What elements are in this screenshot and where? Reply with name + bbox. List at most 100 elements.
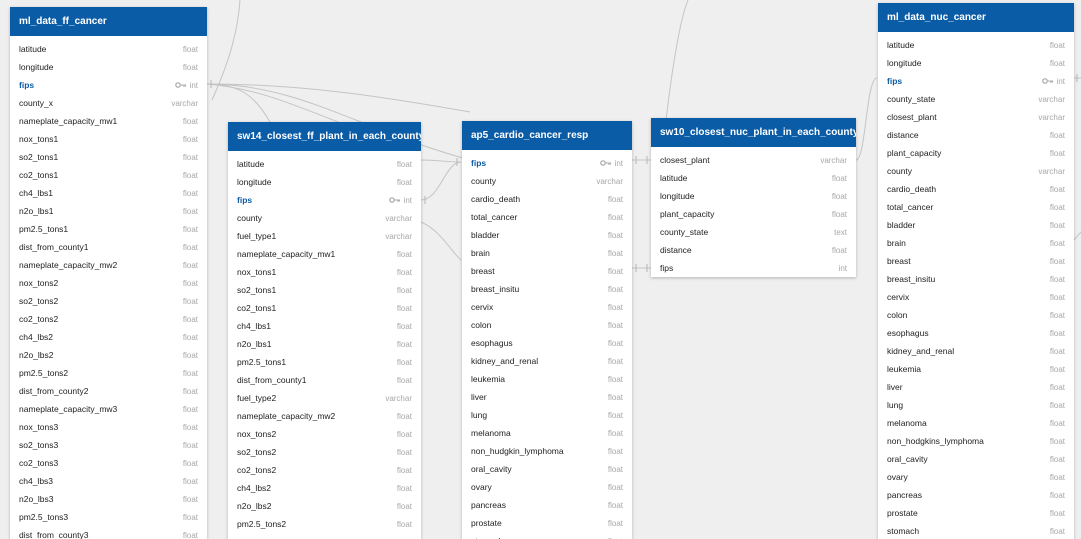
table-column-row[interactable]: so2_tons3 float	[10, 436, 207, 454]
table-column-row[interactable]: dist_from_county3 float	[10, 526, 207, 539]
table-column-row[interactable]: county varchar	[228, 209, 421, 227]
table-sw14-closest-ff-plant[interactable]: sw14_closest_ff_plant_in_each_county lat…	[228, 122, 421, 539]
table-column-row[interactable]: ch4_lbs2 float	[228, 479, 421, 497]
table-column-row[interactable]: closest_plant varchar	[878, 108, 1074, 126]
table-column-row[interactable]: county_state varchar	[878, 90, 1074, 108]
table-header[interactable]: ml_data_ff_cancer	[10, 7, 207, 36]
table-column-row[interactable]: dist_from_county2float	[228, 533, 421, 539]
table-column-row[interactable]: kidney_and_renal float	[878, 342, 1074, 360]
table-column-row[interactable]: fuel_type1 varchar	[228, 227, 421, 245]
table-column-row[interactable]: fips int	[10, 76, 207, 94]
table-column-row[interactable]: breast float	[878, 252, 1074, 270]
table-column-row[interactable]: prostate float	[878, 504, 1074, 522]
table-column-row[interactable]: latitude float	[228, 155, 421, 173]
table-column-row[interactable]: n2o_lbs1 float	[228, 335, 421, 353]
table-column-row[interactable]: so2_tons2 float	[10, 292, 207, 310]
table-column-row[interactable]: latitude float	[651, 169, 856, 187]
table-column-row[interactable]: county_state text	[651, 223, 856, 241]
table-column-row[interactable]: fips int	[462, 154, 632, 172]
table-column-row[interactable]: co2_tons1 float	[10, 166, 207, 184]
table-column-row[interactable]: closest_plant varchar	[651, 151, 856, 169]
table-header[interactable]: ap5_cardio_cancer_resp	[462, 121, 632, 150]
table-column-row[interactable]: dist_from_county2float	[10, 382, 207, 400]
table-column-row[interactable]: lung float	[462, 406, 632, 424]
table-column-row[interactable]: nameplate_capacity_mw3 float	[10, 400, 207, 418]
table-column-row[interactable]: ch4_lbs2 float	[10, 328, 207, 346]
table-column-row[interactable]: oral_cavity float	[878, 450, 1074, 468]
table-column-row[interactable]: oral_cavity float	[462, 460, 632, 478]
table-column-row[interactable]: liver float	[462, 388, 632, 406]
table-column-row[interactable]: co2_tons3 float	[10, 454, 207, 472]
table-column-row[interactable]: so2_tons2 float	[228, 443, 421, 461]
table-column-row[interactable]: breast_insitu float	[462, 280, 632, 298]
diagram-canvas[interactable]: ml_data_ff_cancer latitude float longitude…	[0, 0, 1081, 539]
table-column-row[interactable]: kidney_and_renal float	[462, 352, 632, 370]
table-column-row[interactable]: fips int	[228, 191, 421, 209]
table-column-row[interactable]: brain float	[462, 244, 632, 262]
table-column-row[interactable]: cardio_death float	[462, 190, 632, 208]
table-column-row[interactable]: distance float	[878, 126, 1074, 144]
table-column-row[interactable]: leukemia float	[878, 360, 1074, 378]
table-column-row[interactable]: latitude float	[10, 40, 207, 58]
table-column-row[interactable]: nox_tons3 float	[10, 418, 207, 436]
table-header[interactable]: sw10_closest_nuc_plant_in_each_county	[651, 118, 856, 147]
table-column-row[interactable]: n2o_lbs2 float	[10, 346, 207, 364]
table-column-row[interactable]: dist_from_county1 float	[10, 238, 207, 256]
table-column-row[interactable]: esophagus float	[878, 324, 1074, 342]
table-column-row[interactable]: n2o_lbs2 float	[228, 497, 421, 515]
table-column-row[interactable]: total_cancer float	[462, 208, 632, 226]
table-header[interactable]: sw14_closest_ff_plant_in_each_county	[228, 122, 421, 151]
table-column-row[interactable]: county varchar	[462, 172, 632, 190]
table-column-row[interactable]: nox_tons2 float	[10, 274, 207, 292]
table-column-row[interactable]: nameplate_capacity_mw1 float	[10, 112, 207, 130]
table-column-row[interactable]: pm2.5_tons3 float	[10, 508, 207, 526]
table-column-row[interactable]: fips int	[651, 259, 856, 277]
table-column-row[interactable]: so2_tons1 float	[228, 281, 421, 299]
table-column-row[interactable]: ovary float	[462, 478, 632, 496]
table-column-row[interactable]: ch4_lbs1 float	[10, 184, 207, 202]
table-column-row[interactable]: stomachfloat	[462, 532, 632, 539]
table-column-row[interactable]: lung float	[878, 396, 1074, 414]
table-column-row[interactable]: longitude float	[228, 173, 421, 191]
table-column-row[interactable]: melanoma float	[878, 414, 1074, 432]
table-column-row[interactable]: stomachfloat	[878, 522, 1074, 539]
table-column-row[interactable]: pancreas float	[878, 486, 1074, 504]
table-column-row[interactable]: n2o_lbs3 float	[10, 490, 207, 508]
table-column-row[interactable]: bladder float	[462, 226, 632, 244]
table-column-row[interactable]: fips int	[878, 72, 1074, 90]
table-column-row[interactable]: ovary float	[878, 468, 1074, 486]
table-column-row[interactable]: pm2.5_tons2 float	[228, 515, 421, 533]
table-ap5-cardio-cancer-resp[interactable]: ap5_cardio_cancer_resp fips int county varc…	[462, 121, 632, 539]
table-column-row[interactable]: cervix float	[462, 298, 632, 316]
table-column-row[interactable]: county varchar	[878, 162, 1074, 180]
table-column-row[interactable]: pm2.5_tons1 float	[10, 220, 207, 238]
table-column-row[interactable]: distance float	[651, 241, 856, 259]
table-ml-data-nuc-cancer[interactable]: ml_data_nuc_cancer latitude float longitud…	[878, 3, 1074, 539]
table-column-row[interactable]: leukemia float	[462, 370, 632, 388]
table-column-row[interactable]: plant_capacity float	[651, 205, 856, 223]
table-column-row[interactable]: nameplate_capacity_mw1 float	[228, 245, 421, 263]
table-column-row[interactable]: non_hodgkins_lymphoma float	[878, 432, 1074, 450]
table-column-row[interactable]: nameplate_capacity_mw2 float	[10, 256, 207, 274]
table-column-row[interactable]: brain float	[878, 234, 1074, 252]
table-column-row[interactable]: n2o_lbs1 float	[10, 202, 207, 220]
table-column-row[interactable]: breast_insitu float	[878, 270, 1074, 288]
table-column-row[interactable]: cardio_death float	[878, 180, 1074, 198]
table-column-row[interactable]: cervix float	[878, 288, 1074, 306]
table-column-row[interactable]: pancreas float	[462, 496, 632, 514]
table-column-row[interactable]: esophagus float	[462, 334, 632, 352]
table-ml-data-ff-cancer[interactable]: ml_data_ff_cancer latitude float longitude…	[10, 7, 207, 539]
table-column-row[interactable]: ch4_lbs3 float	[10, 472, 207, 490]
table-column-row[interactable]: co2_tons2 float	[10, 310, 207, 328]
table-column-row[interactable]: melanoma float	[462, 424, 632, 442]
table-column-row[interactable]: fuel_type2 varchar	[228, 389, 421, 407]
table-sw10-closest-nuc-plant[interactable]: sw10_closest_nuc_plant_in_each_county cl…	[651, 118, 856, 277]
table-column-row[interactable]: so2_tons1 float	[10, 148, 207, 166]
table-column-row[interactable]: nox_tons1 float	[228, 263, 421, 281]
table-column-row[interactable]: total_cancer float	[878, 198, 1074, 216]
table-column-row[interactable]: bladder float	[878, 216, 1074, 234]
table-column-row[interactable]: nox_tons1 float	[10, 130, 207, 148]
table-column-row[interactable]: prostate float	[462, 514, 632, 532]
table-column-row[interactable]: breast float	[462, 262, 632, 280]
table-column-row[interactable]: ch4_lbs1 float	[228, 317, 421, 335]
